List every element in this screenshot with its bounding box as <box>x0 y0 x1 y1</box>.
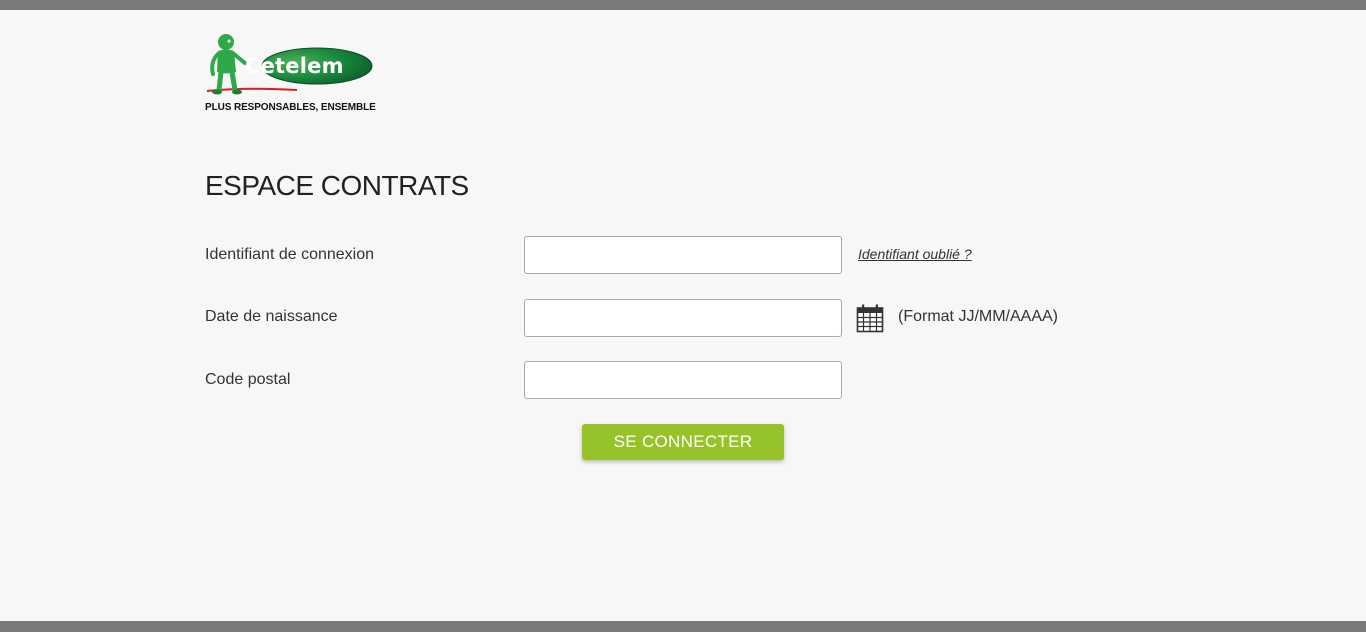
calendar-icon[interactable] <box>856 304 884 333</box>
cetelem-logo[interactable]: Cetelem PLUS RESPONSABLES, ENSEMBLE <box>205 32 380 116</box>
login-button[interactable]: SE CONNECTER <box>582 424 784 460</box>
top-bar <box>0 0 1366 10</box>
login-id-input[interactable] <box>524 236 842 274</box>
postal-code-label: Code postal <box>205 371 291 388</box>
forgot-id-link[interactable]: Identifiant oublié ? <box>858 246 972 262</box>
bottom-bar <box>0 621 1366 632</box>
logo-wordmark: Cetelem <box>245 54 344 78</box>
date-format-hint: (Format JJ/MM/AAAA) <box>898 308 1059 325</box>
birth-date-input[interactable] <box>524 299 842 337</box>
postal-code-input[interactable] <box>524 361 842 399</box>
birth-date-label: Date de naissance <box>205 308 338 325</box>
logo-tagline: PLUS RESPONSABLES, ENSEMBLE <box>205 102 376 113</box>
login-id-label: Identifiant de connexion <box>205 246 375 263</box>
page-title: ESPACE CONTRATS <box>205 170 469 201</box>
